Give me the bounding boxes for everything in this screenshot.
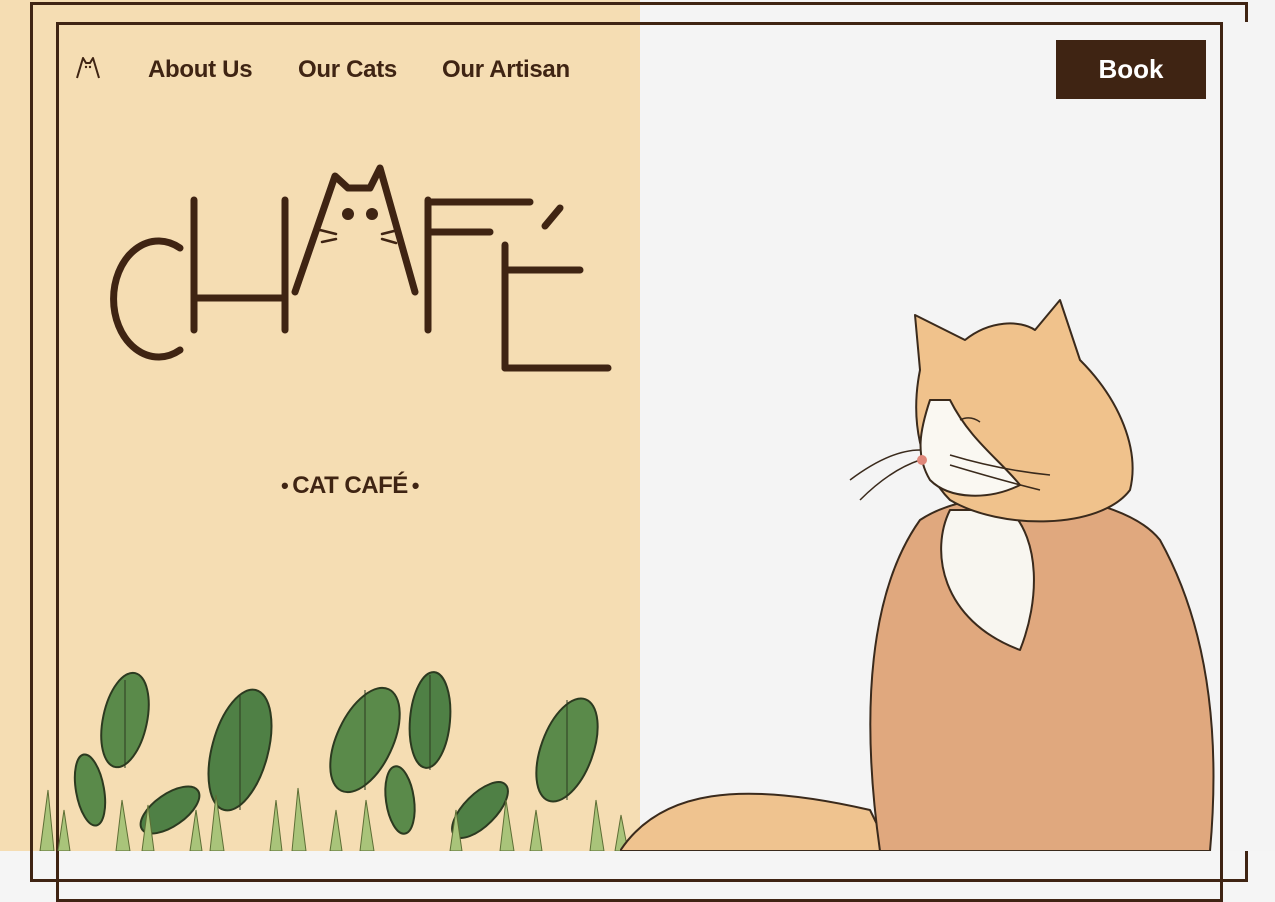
plants-illustration <box>39 671 629 851</box>
nav-about-us[interactable]: About Us <box>148 56 253 84</box>
nav-our-cats[interactable]: Our Cats <box>298 56 397 84</box>
nav-our-artisan[interactable]: Our Artisan <box>442 56 570 84</box>
cat-ears-icon[interactable] <box>74 54 102 82</box>
tagline-bullet-left: • <box>281 473 289 498</box>
chafe-logo <box>110 164 612 372</box>
book-button[interactable]: Book <box>1056 40 1206 99</box>
tagline-bullet-right: • <box>411 473 420 498</box>
frame-right-edge <box>1223 22 1250 851</box>
tagline-text: CAT CAFÉ <box>292 472 408 499</box>
hero-tagline: • CAT CAFÉ • <box>260 470 440 502</box>
cat-illustration <box>620 299 1215 851</box>
page-edge <box>1250 0 1275 851</box>
